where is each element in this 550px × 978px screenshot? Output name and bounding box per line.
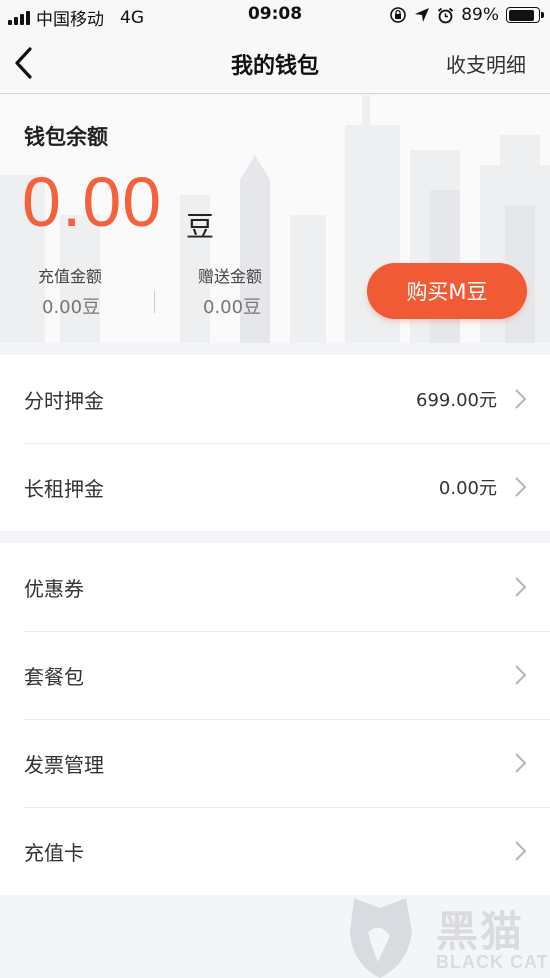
wallet-balance-value: 0.00 [22,163,163,241]
watermark-subtext: BLACK CAT [436,952,549,972]
alarm-icon [438,7,454,23]
gift-amount-label: 赠送金额 [198,267,263,286]
nav-bar: 我的钱包 收支明细 [0,32,550,94]
battery-percent: 89% [461,5,499,25]
chevron-right-icon [515,477,527,497]
wallet-menu-list: 优惠券 套餐包 发票管理 充值卡 [0,543,550,895]
chevron-right-icon [515,389,527,409]
list-item-timeshare-deposit[interactable]: 分时押金 699.00元 [0,355,550,443]
status-bar: 中国移动 4G 09:08 89% [0,0,550,32]
list-item-coupons[interactable]: 优惠券 [0,543,550,631]
list-item-value: 699.00元 [416,390,497,411]
list-item-long-rent-deposit[interactable]: 长租押金 0.00元 [0,443,550,531]
list-item-label: 发票管理 [24,752,104,777]
chevron-right-icon [515,665,527,685]
wallet-balance-label: 钱包余额 [24,125,108,149]
transaction-details-link[interactable]: 收支明细 [446,49,526,78]
wallet-balance-unit: 豆 [186,210,215,243]
recharge-amount-label: 充值金额 [38,267,103,286]
list-item-value: 0.00元 [438,478,497,499]
list-item-label: 长租押金 [24,476,104,501]
battery-fill [508,9,535,21]
buy-m-beans-button[interactable]: 购买M豆 [367,263,527,319]
chevron-right-icon [515,577,527,597]
location-icon [415,8,430,22]
list-item-label: 优惠券 [24,576,84,601]
watermark-text: 黑猫 [436,907,525,956]
status-right: 89% [389,5,544,25]
list-item-recharge-card[interactable]: 充值卡 [0,807,550,895]
battery-icon [506,7,544,23]
back-button[interactable] [10,44,50,84]
deposit-list: 分时押金 699.00元 长租押金 0.00元 [0,355,550,531]
recharge-amount-value: 0.00豆 [42,297,101,318]
wallet-card: 钱包余额 0.00 豆 充值金额 0.00豆 赠送金额 0.00豆 购买M豆 [0,95,550,343]
list-item-label: 分时押金 [24,388,104,413]
list-item-label: 套餐包 [24,664,84,689]
gift-amount-value: 0.00豆 [203,297,262,318]
chevron-right-icon [515,841,527,861]
rotation-lock-icon [390,7,407,23]
list-item-label: 充值卡 [24,840,84,865]
back-chevron-icon [15,47,32,79]
amount-divider [154,291,155,313]
list-item-packages[interactable]: 套餐包 [0,631,550,719]
list-item-invoice-management[interactable]: 发票管理 [0,719,550,807]
chevron-right-icon [515,753,527,773]
